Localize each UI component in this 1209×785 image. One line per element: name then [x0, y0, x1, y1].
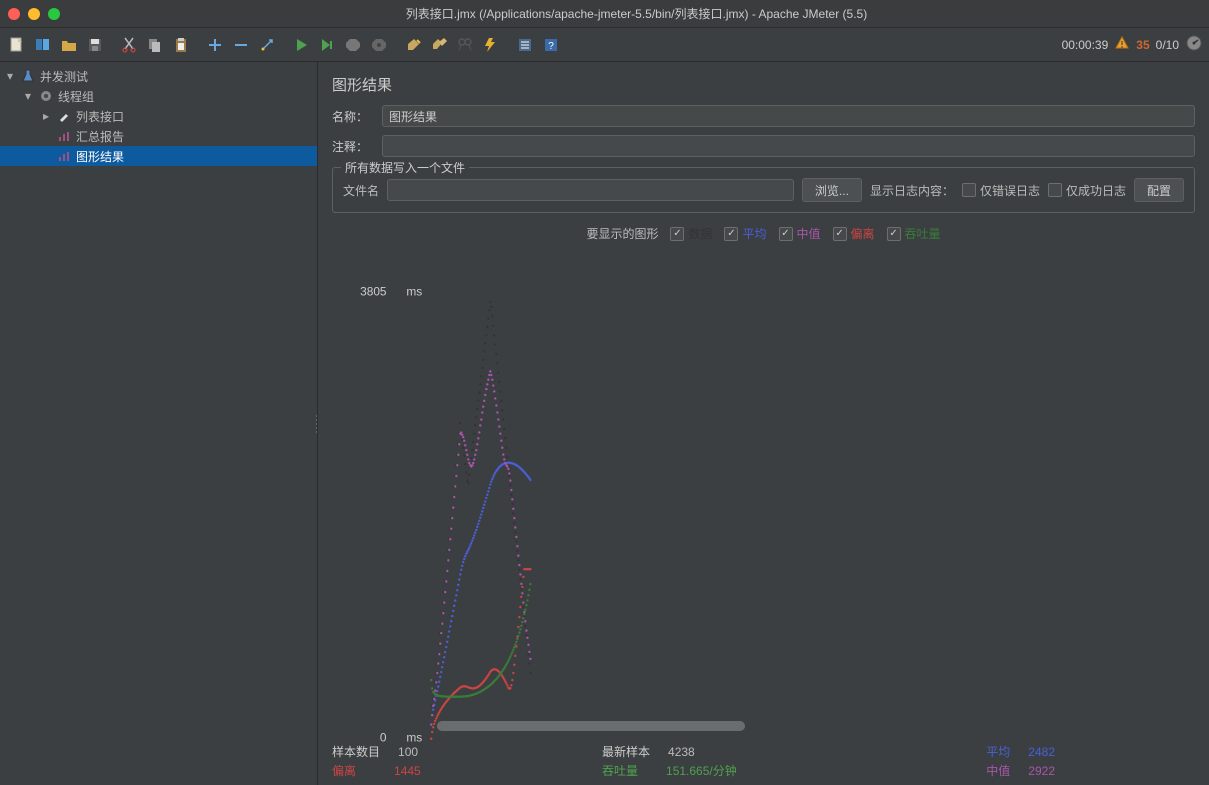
samples-value: 100: [398, 745, 418, 759]
deviation-value: 1445: [394, 764, 421, 778]
chevron-right-icon[interactable]: ▸: [40, 109, 52, 123]
new-icon[interactable]: [6, 34, 28, 56]
throughput-checkbox[interactable]: 吞吐量: [887, 225, 941, 242]
test-plan-tree[interactable]: ▾ 并发测试 ▾ 线程组 ▸ 列表接口 汇总报告 图形结果: [0, 62, 318, 785]
only-error-checkbox[interactable]: 仅错误日志: [962, 182, 1040, 199]
chart-area: 3805 ms 0 ms 样本数目 100 偏离 1445 最新样本 4238 吞吐量…: [332, 252, 1195, 779]
file-fieldset: 所有数据写入一个文件 文件名 浏览... 显示日志内容： 仅错误日志 仅成功日志…: [332, 167, 1195, 213]
browse-button[interactable]: 浏览...: [802, 178, 862, 202]
open-icon[interactable]: [58, 34, 80, 56]
tree-label: 线程组: [58, 88, 94, 105]
only-success-checkbox[interactable]: 仅成功日志: [1048, 182, 1126, 199]
maximize-icon[interactable]: [48, 8, 60, 20]
latest-label: 最新样本: [602, 743, 650, 760]
config-button[interactable]: 配置: [1134, 178, 1184, 202]
median-label: 中值: [986, 762, 1010, 779]
latest-value: 4238: [668, 745, 695, 759]
toggle-icon[interactable]: [256, 34, 278, 56]
median-checkbox[interactable]: 中值: [779, 225, 821, 242]
chevron-down-icon[interactable]: ▾: [22, 89, 34, 103]
save-icon[interactable]: [84, 34, 106, 56]
tree-thread-group[interactable]: ▾ 线程组: [0, 86, 317, 106]
name-label: 名称：: [332, 108, 374, 125]
avg-checkbox[interactable]: 平均: [724, 225, 766, 242]
splitter-handle[interactable]: [313, 409, 318, 439]
tree-label: 汇总报告: [76, 128, 124, 145]
chart-icon: [56, 148, 72, 164]
cut-icon[interactable]: [118, 34, 140, 56]
tree-root[interactable]: ▾ 并发测试: [0, 66, 317, 86]
warning-icon[interactable]: [1114, 35, 1130, 54]
start-no-pause-icon[interactable]: [316, 34, 338, 56]
comment-input[interactable]: [382, 135, 1195, 157]
show-log-label: 显示日志内容：: [870, 182, 954, 199]
collapse-icon[interactable]: [230, 34, 252, 56]
filename-label: 文件名: [343, 182, 379, 199]
warning-count: 35: [1136, 38, 1149, 52]
active-threads: 0/10: [1156, 38, 1179, 52]
function-helper-icon[interactable]: [514, 34, 536, 56]
clear-all-icon[interactable]: [428, 34, 450, 56]
reset-search-icon[interactable]: [480, 34, 502, 56]
tree-label: 图形结果: [76, 148, 124, 165]
titlebar: 列表接口.jmx (/Applications/apache-jmeter-5.…: [0, 0, 1209, 28]
fieldset-label: 所有数据写入一个文件: [341, 159, 469, 176]
help-icon[interactable]: ?: [540, 34, 562, 56]
tree-item-summary[interactable]: 汇总报告: [0, 126, 317, 146]
toolbar: ? 00:00:39 35 0/10: [0, 28, 1209, 62]
window-controls: [8, 8, 60, 20]
clear-icon[interactable]: [402, 34, 424, 56]
copy-icon[interactable]: [144, 34, 166, 56]
search-icon[interactable]: [454, 34, 476, 56]
flask-icon: [20, 68, 36, 84]
pipette-icon: [56, 108, 72, 124]
start-icon[interactable]: [290, 34, 312, 56]
median-value: 2922: [1028, 764, 1055, 778]
tree-label: 列表接口: [76, 108, 124, 125]
chevron-down-icon[interactable]: ▾: [4, 69, 16, 83]
tree-item-graph[interactable]: 图形结果: [0, 146, 317, 166]
panel-title: 图形结果: [332, 74, 1195, 95]
throughput-label: 吞吐量: [602, 762, 638, 779]
tree-label: 并发测试: [40, 68, 88, 85]
avg-label: 平均: [986, 743, 1010, 760]
timer-display: 00:00:39: [1062, 38, 1109, 52]
chart-scrollbar[interactable]: [437, 721, 745, 731]
tree-item-request[interactable]: ▸ 列表接口: [0, 106, 317, 126]
minimize-icon[interactable]: [28, 8, 40, 20]
throughput-value: 151.665/分钟: [666, 762, 737, 779]
paste-icon[interactable]: [170, 34, 192, 56]
y-unit-top: ms: [406, 284, 422, 298]
svg-text:?: ?: [548, 41, 554, 52]
name-input[interactable]: [382, 105, 1195, 127]
close-icon[interactable]: [8, 8, 20, 20]
graphs-label: 要显示的图形: [586, 225, 658, 242]
chart-svg: 3805 ms 0 ms: [332, 252, 1195, 779]
avg-value: 2482: [1028, 745, 1055, 759]
comment-label: 注释：: [332, 138, 374, 155]
gauge-icon[interactable]: [1185, 34, 1203, 55]
deviation-label: 偏离: [332, 762, 356, 779]
graph-results-panel: 图形结果 名称： 注释： 所有数据写入一个文件 文件名 浏览... 显示日志内容…: [318, 62, 1209, 785]
templates-icon[interactable]: [32, 34, 54, 56]
filename-input[interactable]: [387, 179, 794, 201]
chart-icon: [56, 128, 72, 144]
expand-icon[interactable]: [204, 34, 226, 56]
samples-label: 样本数目: [332, 743, 380, 760]
y-max-label: 3805: [360, 284, 387, 298]
deviation-checkbox[interactable]: 偏离: [833, 225, 875, 242]
shutdown-icon[interactable]: [368, 34, 390, 56]
gear-icon: [38, 88, 54, 104]
stop-icon[interactable]: [342, 34, 364, 56]
window-title: 列表接口.jmx (/Applications/apache-jmeter-5.…: [72, 5, 1201, 22]
data-checkbox[interactable]: 数据: [670, 225, 712, 242]
